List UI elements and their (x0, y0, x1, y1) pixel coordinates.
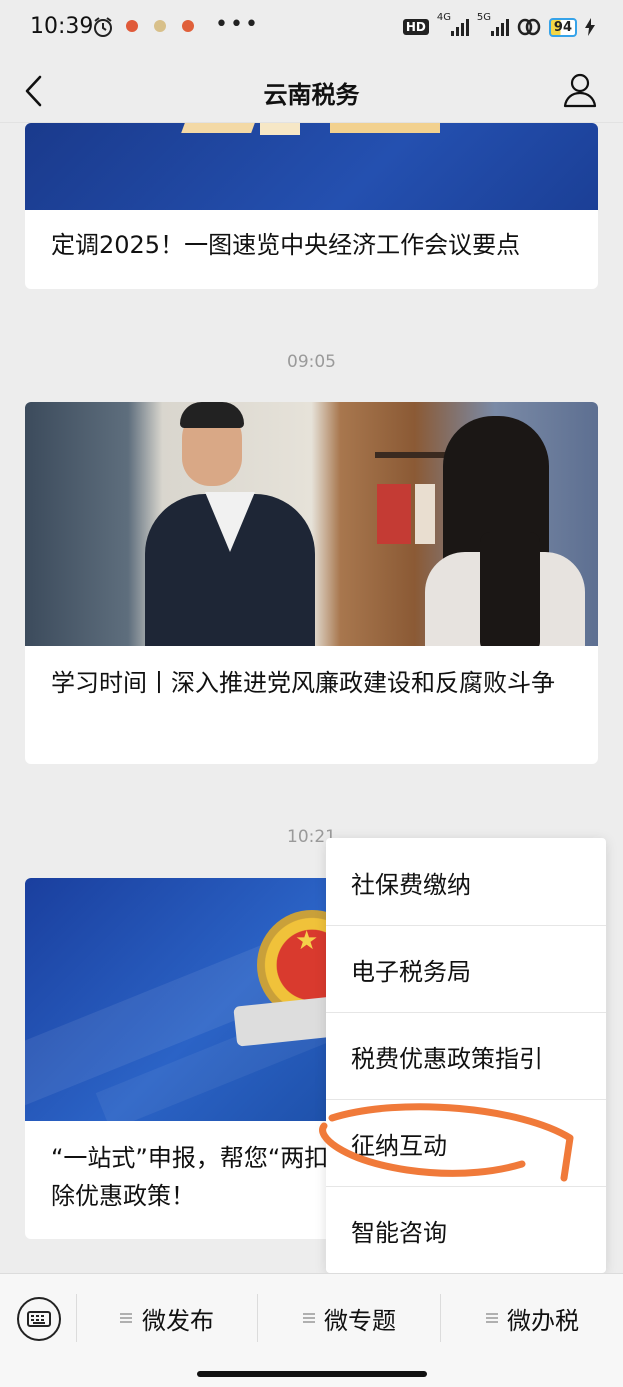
keyboard-toggle-button[interactable] (17, 1297, 61, 1341)
article-title[interactable]: “一站式”申报，帮您“两扣除优惠政策！ (51, 1139, 341, 1215)
page-title: 云南税务 (263, 81, 360, 109)
menu-item-tax-policy-guide[interactable]: 税费优惠政策指引 (326, 1012, 606, 1100)
tab-wei-zhuanti[interactable]: 微专题 (258, 1274, 440, 1364)
charging-icon (585, 18, 595, 36)
link-icon (517, 18, 541, 36)
tab-label: 微发布 (142, 1307, 214, 1335)
tab-wei-fabu[interactable]: 微发布 (77, 1274, 257, 1364)
tab-label: 微办税 (507, 1307, 579, 1335)
menu-item-e-tax-bureau[interactable]: 电子税务局 (326, 925, 606, 1013)
article-cover-image (25, 123, 598, 210)
status-indicators: HD 4G 5G 94 (402, 12, 595, 37)
tab-wei-banshui[interactable]: 微办税 (441, 1274, 623, 1364)
notification-app-icon (154, 20, 166, 32)
home-indicator[interactable] (197, 1371, 427, 1377)
signal-4g-icon: 4G (437, 12, 469, 36)
nav-header: 云南税务 (0, 60, 623, 123)
menu-item-social-insurance[interactable]: 社保费缴纳 (326, 838, 606, 926)
notification-app-icon (126, 20, 138, 32)
annotation-circle (319, 1103, 574, 1182)
menu-item-label: 电子税务局 (351, 958, 471, 986)
tab-label: 微专题 (324, 1307, 396, 1335)
hd-badge: HD (402, 19, 429, 35)
article-title[interactable]: 学习时间丨深入推进党风廉政建设和反腐败斗争 (51, 664, 576, 702)
timestamp: 09:05 (287, 352, 336, 372)
menu-item-label: 税费优惠政策指引 (351, 1045, 543, 1073)
article-cover-image (25, 402, 598, 646)
alarm-icon (94, 17, 112, 37)
menu-item-smart-consult[interactable]: 智能咨询 (326, 1186, 606, 1273)
menu-item-label: 社保费缴纳 (351, 871, 471, 899)
menu-lines-icon (303, 1313, 315, 1323)
service-menu-popup: 社保费缴纳 电子税务局 税费优惠政策指引 征纳互动 智能咨询 (326, 838, 606, 1273)
more-notifications-icon: ••• (215, 12, 260, 37)
article-card[interactable]: 学习时间丨深入推进党风廉政建设和反腐败斗争 (25, 402, 598, 764)
notification-icons (126, 20, 194, 32)
bottom-menu-bar: 微发布 微专题 微办税 (0, 1273, 623, 1387)
battery-indicator: 94 (548, 17, 577, 37)
menu-item-label: 智能咨询 (351, 1219, 447, 1247)
status-time: 10:39 (30, 14, 94, 39)
signal-5g-icon: 5G (477, 12, 509, 36)
notification-app-icon (182, 20, 194, 32)
profile-icon[interactable] (563, 72, 597, 108)
keyboard-icon (27, 1311, 51, 1327)
menu-lines-icon (486, 1313, 498, 1323)
status-bar: 10:39 ••• HD 4G 5G 94 (0, 0, 623, 60)
article-card[interactable]: 定调2025！一图速览中央经济工作会议要点 (25, 123, 598, 289)
menu-lines-icon (120, 1313, 132, 1323)
article-title[interactable]: 定调2025！一图速览中央经济工作会议要点 (51, 226, 576, 264)
